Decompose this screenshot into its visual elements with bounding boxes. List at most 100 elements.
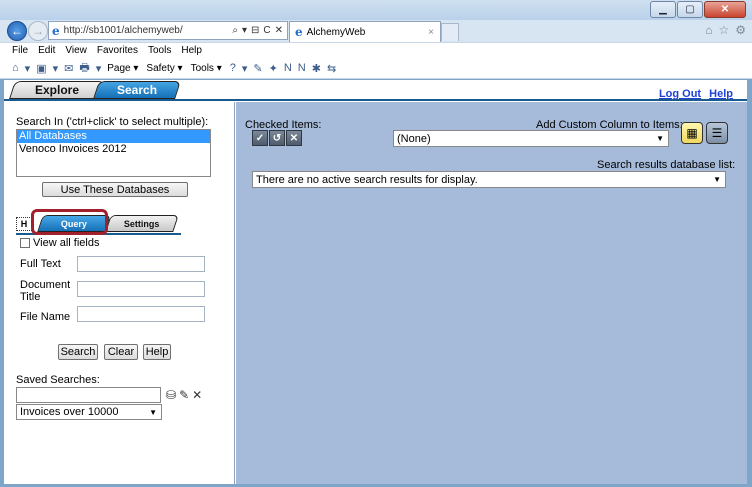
browser-right-icons: ⌂ ☆ ⚙ bbox=[705, 23, 746, 37]
full-text-label: Full Text bbox=[20, 258, 61, 270]
home-cmd-icon[interactable]: ⌂ bbox=[12, 62, 19, 74]
view-all-label: View all fields bbox=[33, 237, 100, 249]
tab-search[interactable]: Search bbox=[93, 81, 181, 99]
file-name-label: File Name bbox=[20, 311, 71, 323]
search-results-panel: Checked Items: ✓ ↺ ✕ Add Custom Column t… bbox=[236, 102, 747, 484]
research-icon[interactable]: ✎ bbox=[253, 62, 262, 75]
tab-explore[interactable]: Explore bbox=[9, 81, 105, 99]
feeds-dropdown-icon[interactable]: ▾ bbox=[53, 62, 59, 75]
file-name-field[interactable] bbox=[77, 306, 205, 322]
tools-menu[interactable]: Tools ▾ bbox=[191, 63, 222, 74]
search-button[interactable]: Search bbox=[58, 344, 98, 360]
url-text[interactable]: http://sb1001/alchemyweb/ bbox=[64, 25, 233, 36]
page-menu[interactable]: Page ▾ bbox=[107, 63, 138, 74]
tab-settings[interactable]: Settings bbox=[105, 215, 179, 232]
address-tools: ⌕ ▾ ⊟ C ✕ bbox=[232, 25, 287, 36]
chevron-down-icon: ▼ bbox=[713, 175, 721, 184]
help-button[interactable]: Help bbox=[143, 344, 171, 360]
list-view-icon[interactable]: ☰ bbox=[706, 122, 728, 144]
database-list[interactable]: All Databases Venoco Invoices 2012 bbox=[16, 129, 211, 177]
use-databases-button[interactable]: Use These Databases bbox=[42, 182, 188, 197]
menu-bar: File Edit View Favorites Tools Help bbox=[0, 42, 752, 58]
minimize-icon[interactable]: ▁ bbox=[650, 1, 676, 18]
stop-icon[interactable]: ✕ bbox=[275, 25, 283, 36]
highlight-toggle-icon[interactable]: H bbox=[16, 217, 32, 231]
results-db-value: There are no active search results for d… bbox=[256, 173, 478, 186]
help-cmd-icon[interactable]: ? bbox=[230, 62, 236, 74]
view-mode-toggles: ▦ ☰ bbox=[681, 122, 728, 144]
rename-search-icon[interactable]: ✎ bbox=[179, 388, 189, 402]
saved-search-select[interactable]: Invoices over 10000 ▼ bbox=[16, 404, 162, 420]
clear-button[interactable]: Clear bbox=[104, 344, 138, 360]
uncheck-all-icon[interactable]: ✕ bbox=[286, 130, 302, 146]
tab-ie-icon: e bbox=[295, 25, 303, 39]
close-icon[interactable]: ✕ bbox=[704, 1, 746, 18]
query-tab-highlight bbox=[31, 209, 108, 235]
checked-items-tools: ✓ ↺ ✕ bbox=[252, 130, 302, 146]
gear-icon[interactable]: ⚙ bbox=[735, 23, 746, 37]
back-arrow-icon[interactable]: ← bbox=[7, 21, 27, 41]
new-tab-button[interactable] bbox=[441, 23, 459, 41]
results-db-select[interactable]: There are no active search results for d… bbox=[252, 171, 726, 188]
search-left-panel: Search In ('ctrl+click' to select multip… bbox=[4, 102, 235, 484]
print-dropdown-icon[interactable]: ▾ bbox=[96, 62, 102, 75]
database-item-venoco[interactable]: Venoco Invoices 2012 bbox=[17, 143, 210, 156]
home-icon[interactable]: ⌂ bbox=[705, 23, 712, 37]
chevron-down-icon: ▼ bbox=[656, 134, 664, 143]
saved-search-tools: ⛁ ✎ ✕ bbox=[166, 388, 202, 402]
dropdown-icon[interactable]: ▾ bbox=[242, 25, 247, 36]
invert-check-icon[interactable]: ↺ bbox=[269, 130, 285, 146]
menu-help[interactable]: Help bbox=[181, 45, 202, 56]
tab-close-icon[interactable]: × bbox=[428, 27, 440, 38]
menu-favorites[interactable]: Favorites bbox=[97, 45, 138, 56]
browser-navbar: ← → e http://sb1001/alchemyweb/ ⌕ ▾ ⊟ C … bbox=[0, 20, 752, 42]
custom-column-value: (None) bbox=[397, 132, 431, 145]
tab-title: AlchemyWeb bbox=[306, 26, 366, 38]
chevron-down-icon: ▼ bbox=[149, 407, 157, 417]
menu-edit[interactable]: Edit bbox=[38, 45, 55, 56]
alchemy-app: Explore Search Log Out Help Search In ('… bbox=[4, 80, 747, 484]
refresh-icon[interactable]: C bbox=[263, 25, 270, 36]
window-controls: ▁ ▢ ✕ bbox=[649, 1, 746, 18]
onenote-linked-icon[interactable]: N bbox=[298, 62, 306, 74]
saved-search-name-input[interactable] bbox=[16, 387, 161, 403]
results-db-list-label: Search results database list: bbox=[597, 159, 736, 171]
saved-searches-label: Saved Searches: bbox=[16, 374, 100, 386]
save-search-icon[interactable]: ⛁ bbox=[166, 388, 176, 402]
browser-tab[interactable]: e AlchemyWeb × bbox=[289, 21, 441, 42]
safety-menu[interactable]: Safety ▾ bbox=[146, 63, 182, 74]
view-all-checkbox[interactable] bbox=[20, 238, 30, 248]
maximize-icon[interactable]: ▢ bbox=[677, 1, 703, 18]
favorites-star-icon[interactable]: ☆ bbox=[718, 23, 729, 37]
compat-view-icon[interactable]: ⊟ bbox=[251, 25, 259, 36]
ie-logo-icon: e bbox=[52, 23, 60, 38]
sync-icon[interactable]: ⇆ bbox=[327, 62, 336, 75]
search-icon[interactable]: ⌕ bbox=[232, 25, 238, 36]
document-title-field[interactable] bbox=[77, 281, 205, 297]
menu-tools[interactable]: Tools bbox=[148, 45, 171, 56]
database-item-all[interactable]: All Databases bbox=[17, 130, 210, 143]
help-dropdown-icon[interactable]: ▾ bbox=[242, 62, 248, 75]
onenote-icon[interactable]: N bbox=[284, 62, 292, 74]
feeds-icon[interactable]: ▣ bbox=[36, 62, 46, 75]
menu-view[interactable]: View bbox=[65, 45, 87, 56]
tab-underline bbox=[4, 99, 747, 101]
search-in-label: Search In ('ctrl+click' to select multip… bbox=[16, 116, 209, 128]
bluetooth-icon[interactable]: ✱ bbox=[312, 62, 321, 75]
full-text-field[interactable] bbox=[77, 256, 205, 272]
command-bar: ⌂ ▾ ▣ ▾ ✉ 🖶 ▾ Page ▾ Safety ▾ Tools ▾ ? … bbox=[0, 58, 752, 79]
custom-column-select[interactable]: (None) ▼ bbox=[393, 130, 669, 147]
tab-settings-label: Settings bbox=[124, 218, 160, 229]
menu-file[interactable]: File bbox=[12, 45, 28, 56]
grid-view-icon[interactable]: ▦ bbox=[681, 122, 703, 144]
address-bar[interactable]: e http://sb1001/alchemyweb/ ⌕ ▾ ⊟ C ✕ bbox=[48, 21, 288, 40]
home-dropdown-icon[interactable]: ▾ bbox=[25, 62, 31, 75]
check-all-icon[interactable]: ✓ bbox=[252, 130, 268, 146]
addon-icon[interactable]: ✦ bbox=[269, 62, 278, 75]
window-titlebar: ▁ ▢ ✕ bbox=[0, 0, 752, 20]
delete-search-icon[interactable]: ✕ bbox=[192, 388, 202, 402]
mail-icon[interactable]: ✉ bbox=[64, 62, 73, 75]
print-icon[interactable]: 🖶 bbox=[79, 59, 89, 78]
forward-arrow-icon[interactable]: → bbox=[28, 21, 48, 41]
saved-search-value: Invoices over 10000 bbox=[20, 406, 119, 418]
